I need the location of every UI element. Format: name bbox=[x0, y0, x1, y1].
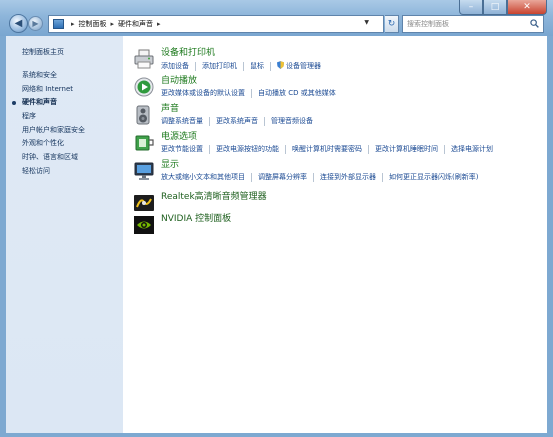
refresh-button[interactable]: ↻ bbox=[385, 15, 399, 33]
category-devices-printers: 设备和打印机 添加设备 添加打印机 鼠标 设备管理器 bbox=[133, 48, 321, 71]
back-button[interactable]: ◀ bbox=[9, 14, 28, 33]
divider bbox=[368, 145, 369, 154]
sidebar-item-user-accounts[interactable]: 用户帐户和家庭安全 bbox=[6, 124, 123, 138]
window-frame-bottom bbox=[0, 433, 553, 437]
sidebar: 控制面板主页 系统和安全 网络和 Internet 硬件和声音 程序 用户帐户和… bbox=[6, 36, 123, 433]
link-power-plan[interactable]: 选择电源计划 bbox=[451, 145, 493, 154]
divider bbox=[270, 61, 271, 71]
divider bbox=[264, 117, 265, 126]
refresh-icon: ↻ bbox=[387, 19, 396, 29]
device-manager-link-wrap[interactable]: 设备管理器 bbox=[277, 61, 321, 71]
link-text-size[interactable]: 放大或缩小文本和其他项目 bbox=[161, 173, 245, 182]
minimize-button[interactable]: – bbox=[459, 0, 483, 15]
breadcrumb-control-panel[interactable]: 控制面板 bbox=[79, 19, 107, 29]
link-external-display[interactable]: 连接到外部显示器 bbox=[320, 173, 376, 182]
chevron-down-icon[interactable]: ▼ bbox=[364, 19, 369, 26]
category-autoplay: 自动播放 更改媒体或设备的默认设置 自动播放 CD 或其他媒体 bbox=[133, 76, 336, 98]
search-box[interactable]: 搜索控制面板 bbox=[402, 15, 544, 33]
nvidia-icon[interactable] bbox=[133, 214, 155, 236]
main-content: 设备和打印机 添加设备 添加打印机 鼠标 设备管理器 自动播放 更改媒体或设备的… bbox=[123, 36, 547, 433]
printer-icon[interactable] bbox=[133, 48, 155, 70]
speaker-icon[interactable] bbox=[133, 104, 155, 126]
link-wake-password[interactable]: 唤醒计算机时需要密码 bbox=[292, 145, 362, 154]
address-bar[interactable]: ▸ 控制面板 ▸ 硬件和声音 ▸ ▼ bbox=[48, 15, 384, 33]
power-icon[interactable] bbox=[133, 132, 155, 154]
sidebar-item-programs[interactable]: 程序 bbox=[6, 110, 123, 124]
sidebar-home-link[interactable]: 控制面板主页 bbox=[6, 45, 123, 59]
link-screen-resolution[interactable]: 调整屏幕分辨率 bbox=[258, 173, 307, 182]
link-power-button[interactable]: 更改电源按钮的功能 bbox=[216, 145, 279, 154]
window-caption-buttons: – □ ✕ bbox=[459, 0, 547, 15]
search-input[interactable]: 搜索控制面板 bbox=[407, 19, 449, 29]
category-title-sound[interactable]: 声音 bbox=[161, 104, 313, 115]
window-frame-right bbox=[547, 36, 553, 437]
arrow-right-icon: ▶ bbox=[32, 19, 39, 28]
forward-button[interactable]: ▶ bbox=[28, 16, 43, 31]
link-autoplay-cd[interactable]: 自动播放 CD 或其他媒体 bbox=[258, 89, 336, 98]
category-nvidia: NVIDIA 控制面板 bbox=[133, 214, 231, 236]
search-icon[interactable] bbox=[530, 19, 539, 28]
autoplay-icon[interactable] bbox=[133, 76, 155, 98]
divider bbox=[209, 145, 210, 154]
link-mouse[interactable]: 鼠标 bbox=[250, 62, 264, 71]
sidebar-item-appearance[interactable]: 外观和个性化 bbox=[6, 137, 123, 151]
category-sound: 声音 调整系统音量 更改系统声音 管理音频设备 bbox=[133, 104, 313, 126]
sidebar-item-hardware-sound[interactable]: 硬件和声音 bbox=[6, 96, 123, 110]
sidebar-item-system-security[interactable]: 系统和安全 bbox=[6, 69, 123, 83]
sidebar-item-ease-of-access[interactable]: 轻松访问 bbox=[6, 165, 123, 179]
divider bbox=[313, 173, 314, 182]
link-device-manager[interactable]: 设备管理器 bbox=[286, 62, 321, 70]
breadcrumb-separator[interactable]: ▸ bbox=[71, 20, 75, 28]
link-sleep-time[interactable]: 更改计算机睡眠时间 bbox=[375, 145, 438, 154]
control-panel-icon bbox=[53, 19, 64, 29]
link-change-media-defaults[interactable]: 更改媒体或设备的默认设置 bbox=[161, 89, 245, 98]
category-title-autoplay[interactable]: 自动播放 bbox=[161, 76, 336, 87]
display-icon[interactable] bbox=[133, 160, 155, 182]
divider bbox=[382, 173, 383, 182]
realtek-icon[interactable] bbox=[133, 192, 155, 214]
arrow-left-icon: ◀ bbox=[14, 18, 23, 29]
breadcrumb-hardware-sound[interactable]: 硬件和声音 bbox=[118, 19, 153, 29]
divider bbox=[251, 89, 252, 98]
close-button[interactable]: ✕ bbox=[507, 0, 547, 15]
category-title-devices-printers[interactable]: 设备和打印机 bbox=[161, 48, 321, 59]
divider bbox=[195, 61, 196, 71]
category-display: 显示 放大或缩小文本和其他项目 调整屏幕分辨率 连接到外部显示器 如何更正显示器… bbox=[133, 160, 478, 182]
shield-icon bbox=[277, 61, 284, 69]
divider bbox=[209, 117, 210, 126]
category-title-realtek[interactable]: Realtek高清晰音频管理器 bbox=[161, 192, 267, 203]
maximize-button[interactable]: □ bbox=[483, 0, 507, 15]
divider bbox=[285, 145, 286, 154]
category-power-options: 电源选项 更改节能设置 更改电源按钮的功能 唤醒计算机时需要密码 更改计算机睡眠… bbox=[133, 132, 493, 154]
link-change-sounds[interactable]: 更改系统声音 bbox=[216, 117, 258, 126]
link-add-device[interactable]: 添加设备 bbox=[161, 62, 189, 71]
link-adjust-volume[interactable]: 调整系统音量 bbox=[161, 117, 203, 126]
category-title-nvidia[interactable]: NVIDIA 控制面板 bbox=[161, 214, 231, 225]
sidebar-item-clock-language[interactable]: 时钟、语言和区域 bbox=[6, 151, 123, 165]
category-title-display[interactable]: 显示 bbox=[161, 160, 478, 171]
divider bbox=[444, 145, 445, 154]
breadcrumb-separator[interactable]: ▸ bbox=[157, 20, 161, 28]
breadcrumb-separator[interactable]: ▸ bbox=[111, 20, 115, 28]
link-add-printer[interactable]: 添加打印机 bbox=[202, 62, 237, 71]
link-power-saving[interactable]: 更改节能设置 bbox=[161, 145, 203, 154]
divider bbox=[243, 61, 244, 71]
category-title-power-options[interactable]: 电源选项 bbox=[161, 132, 493, 143]
category-realtek: Realtek高清晰音频管理器 bbox=[133, 192, 267, 214]
sidebar-item-network[interactable]: 网络和 Internet bbox=[6, 83, 123, 97]
link-refresh-rate[interactable]: 如何更正显示器闪烁(刷新率) bbox=[389, 173, 478, 182]
link-manage-audio-devices[interactable]: 管理音频设备 bbox=[271, 117, 313, 126]
divider bbox=[251, 173, 252, 182]
